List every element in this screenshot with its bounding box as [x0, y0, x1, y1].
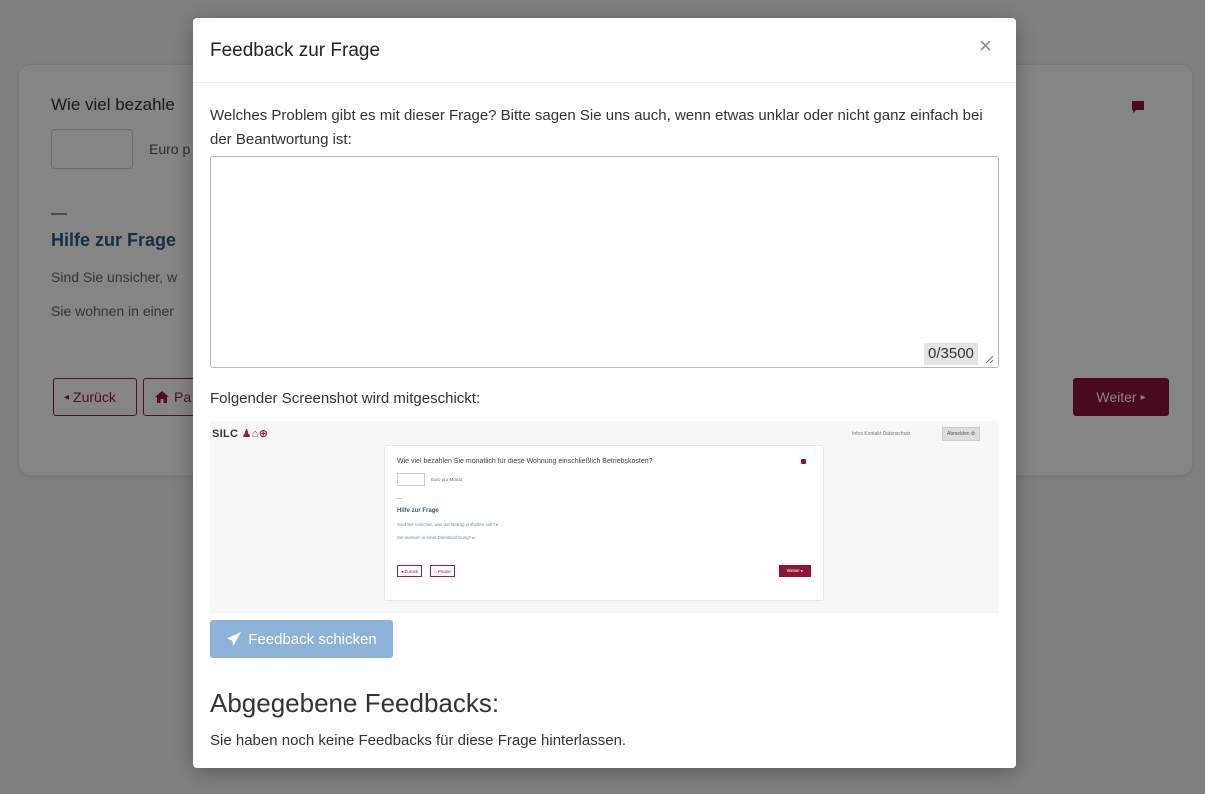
send-feedback-label: Feedback schicken: [248, 630, 377, 648]
preview-logo-text: SILC: [212, 428, 239, 440]
screenshot-preview: SILC ♟⌂⊕ Infos Kontakt Datenschutz Abmel…: [210, 421, 999, 613]
preview-help-title: Hilfe zur Frage: [397, 508, 439, 514]
feedback-textarea[interactable]: [210, 156, 999, 368]
preview-unit: Euro pro Monat: [431, 477, 463, 482]
screenshot-label: Folgender Screenshot wird mitgeschickt:: [210, 390, 481, 407]
modal-header: Feedback zur Frage ×: [193, 18, 1016, 83]
preview-help-link-2: Sie wohnen in einer Dienstwohnung? ▸: [397, 535, 475, 540]
preview-help-link-1: Sind Sie unsicher, was der Betrag enthal…: [397, 522, 499, 527]
paper-plane-icon: [227, 632, 242, 646]
modal-title: Feedback zur Frage: [210, 40, 381, 61]
preview-next-button: Weiter ▸: [779, 565, 811, 577]
preview-logo: SILC ♟⌂⊕: [212, 427, 268, 440]
feedback-modal: Feedback zur Frage × Welches Problem gib…: [193, 18, 1016, 768]
preview-back-button: ◂ Zurück: [397, 565, 423, 577]
close-icon[interactable]: ×: [979, 35, 992, 57]
preview-dash: —: [397, 496, 402, 502]
submitted-feedbacks-empty: Sie haben noch keine Feedbacks für diese…: [210, 732, 627, 749]
preview-input: [397, 473, 425, 486]
preview-question: Wie viel bezahlen Sie monatlich für dies…: [397, 458, 653, 465]
preview-pause-button: ⌂ Pause: [430, 565, 455, 577]
feedback-prompt: Welches Problem gibt es mit dieser Frage…: [210, 107, 983, 148]
submitted-feedbacks-title: Abgegebene Feedbacks:: [210, 688, 500, 718]
preview-speech-bubble-icon: [801, 459, 806, 464]
send-feedback-button[interactable]: Feedback schicken: [210, 620, 393, 658]
preview-nav: Infos Kontakt Datenschutz: [852, 431, 911, 437]
resize-grip-icon[interactable]: [984, 354, 994, 364]
preview-card: Wie viel bezahlen Sie monatlich für dies…: [384, 445, 824, 601]
character-counter: 0/3500: [924, 343, 978, 365]
preview-logout-button: Abmelden ⚙: [942, 427, 981, 441]
preview-logo-icons: ♟⌂⊕: [241, 428, 269, 440]
